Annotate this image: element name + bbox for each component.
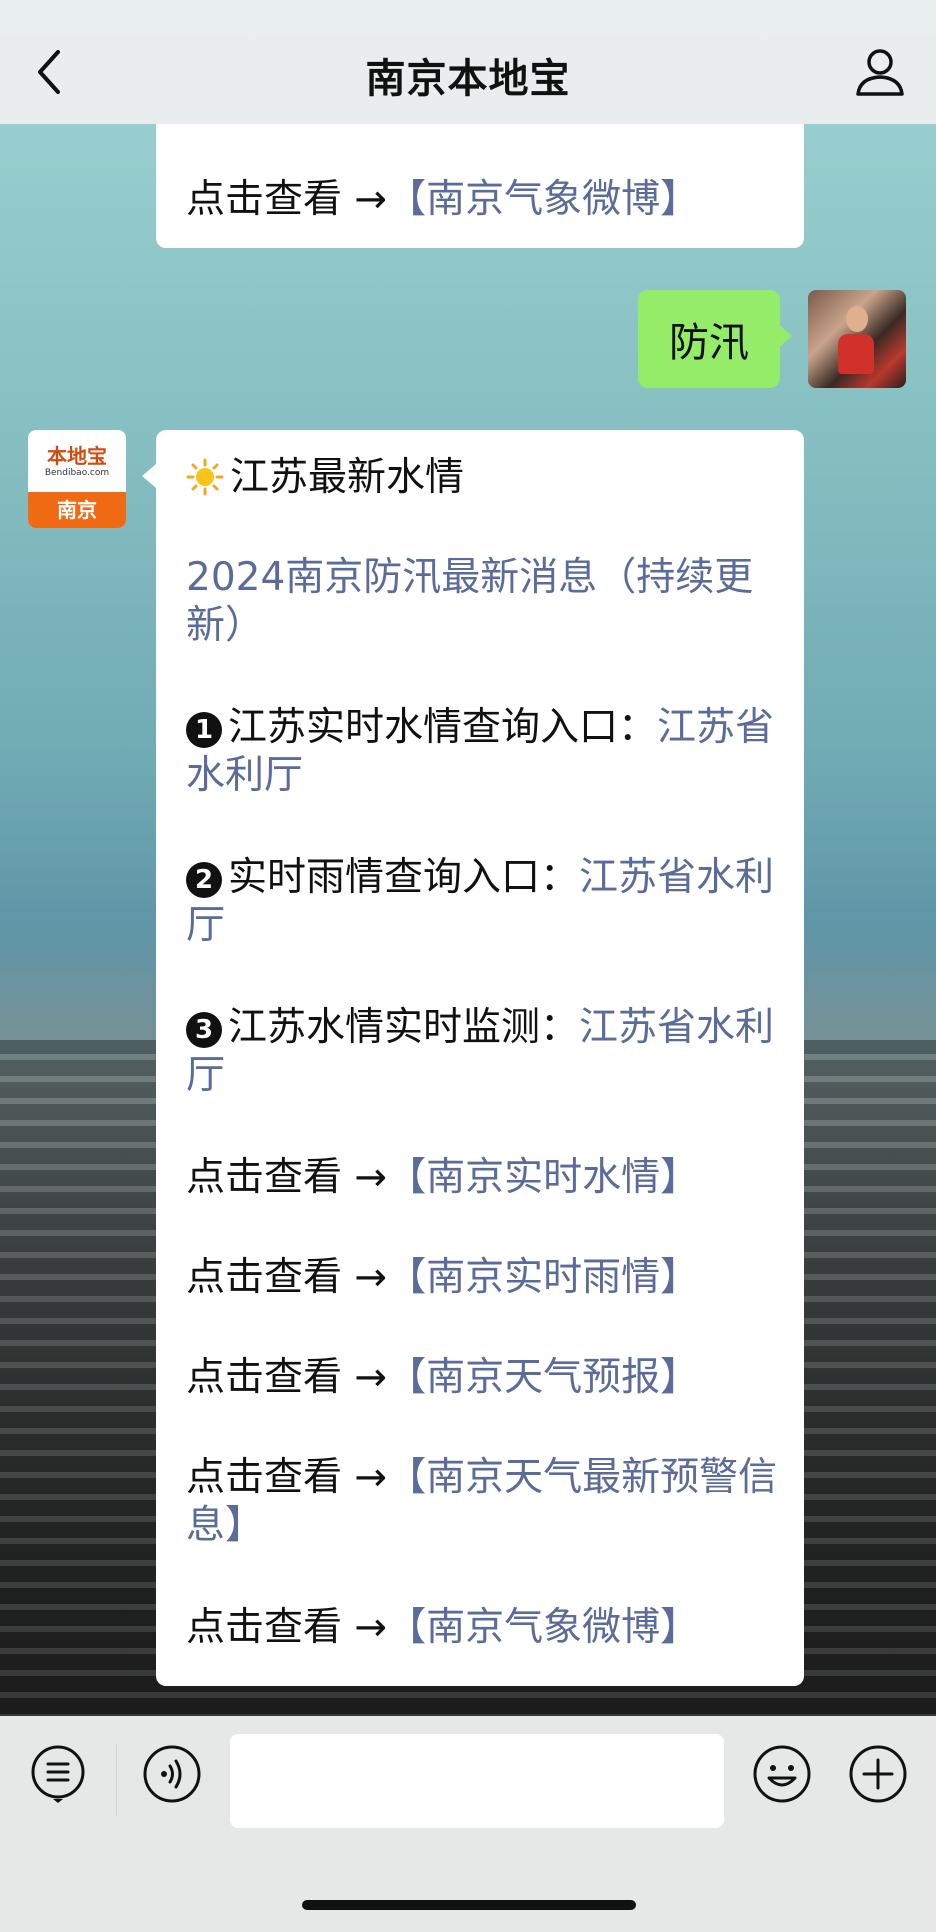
item-text: 实时雨情查询入口： bbox=[228, 855, 580, 900]
link-flood-news[interactable]: 2024南京防汛最新消息（持续更新） bbox=[186, 554, 786, 650]
message-input[interactable] bbox=[230, 1734, 724, 1828]
smile-icon[interactable] bbox=[752, 1744, 812, 1804]
view-prefix: 点击查看 → bbox=[186, 1155, 388, 1200]
number-badge: 3 bbox=[186, 1012, 222, 1048]
link-weather-forecast[interactable]: 【南京天气预报】 bbox=[387, 1355, 699, 1400]
bubble-tail bbox=[142, 464, 156, 488]
view-line: 点击查看 →【南京实时雨情】 bbox=[186, 1254, 786, 1302]
input-toolbar bbox=[0, 1716, 936, 1932]
reply-message-bubble: 江苏最新水情 2024南京防汛最新消息（持续更新） 1 江苏实时水情查询入口：江苏… bbox=[156, 430, 804, 1686]
avatar-city: 南京 bbox=[28, 492, 126, 528]
avatar-head bbox=[846, 306, 868, 332]
avatar-domain: Bendibao.com bbox=[44, 468, 110, 478]
view-prefix: 点击查看 → bbox=[186, 1455, 388, 1500]
message-heading: 江苏最新水情 bbox=[186, 454, 786, 502]
view-line: 点击查看 →【南京天气最新预警信息】 bbox=[186, 1454, 786, 1550]
link-realtime-water[interactable]: 【南京实时水情】 bbox=[387, 1155, 699, 1200]
page-title: 南京本地宝 bbox=[365, 56, 571, 102]
view-prefix: 点击查看 → bbox=[186, 1355, 388, 1400]
toolbar-divider bbox=[116, 1744, 117, 1816]
heading-text: 江苏最新水情 bbox=[230, 455, 465, 500]
link-realtime-rain[interactable]: 【南京实时雨情】 bbox=[387, 1255, 699, 1300]
voice-icon[interactable] bbox=[142, 1744, 202, 1804]
message-line: 点击查看 →【南京气象微博】 bbox=[186, 176, 699, 224]
link-weather-weibo[interactable]: 【南京气象微博】 bbox=[387, 1605, 699, 1650]
sun-icon bbox=[186, 458, 224, 496]
list-item: 1 江苏实时水情查询入口：江苏省水利厅 bbox=[186, 704, 786, 800]
navigation-bar: 南京本地宝 bbox=[0, 0, 936, 124]
list-item: 2 实时雨情查询入口：江苏省水利厅 bbox=[186, 854, 786, 950]
avatar-brand: 本地宝 bbox=[47, 444, 107, 468]
my-avatar[interactable] bbox=[808, 290, 906, 388]
sent-message-bubble[interactable]: 防汛 bbox=[638, 290, 780, 388]
message-bubble-previous: 点击查看 →【南京气象微博】 bbox=[156, 124, 804, 248]
bot-avatar[interactable]: 本地宝 Bendibao.com 南京 bbox=[28, 430, 126, 528]
view-prefix: 点击查看 → bbox=[186, 1255, 388, 1300]
bubble-tail bbox=[778, 324, 792, 348]
number-badge: 1 bbox=[186, 712, 222, 748]
list-icon[interactable] bbox=[28, 1744, 88, 1804]
list-item: 3 江苏水情实时监测：江苏省水利厅 bbox=[186, 1004, 786, 1100]
home-indicator[interactable] bbox=[302, 1900, 636, 1910]
sent-message-text: 防汛 bbox=[669, 320, 749, 366]
person-icon[interactable] bbox=[852, 44, 908, 100]
view-line: 点击查看 →【南京天气预报】 bbox=[186, 1354, 786, 1402]
view-prefix: 点击查看 → bbox=[186, 1605, 388, 1650]
avatar-body bbox=[838, 334, 874, 374]
link-nanjing-weather-weibo[interactable]: 【南京气象微博】 bbox=[387, 177, 699, 222]
view-prefix: 点击查看 → bbox=[186, 177, 388, 222]
view-line: 点击查看 →【南京气象微博】 bbox=[186, 1604, 786, 1652]
number-badge: 2 bbox=[186, 862, 222, 898]
item-text: 江苏实时水情查询入口： bbox=[228, 705, 658, 750]
plus-icon[interactable] bbox=[848, 1744, 908, 1804]
view-line: 点击查看 →【南京实时水情】 bbox=[186, 1154, 786, 1202]
item-text: 江苏水情实时监测： bbox=[228, 1005, 580, 1050]
